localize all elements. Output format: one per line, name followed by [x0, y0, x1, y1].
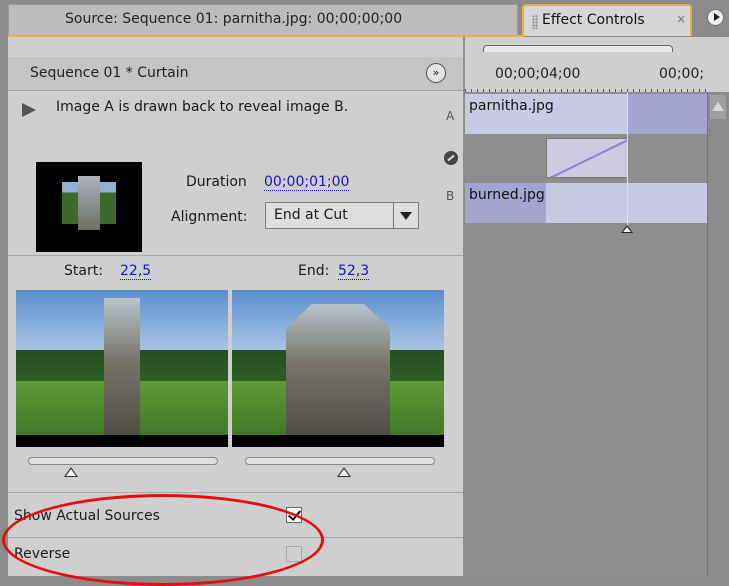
show-actual-sources-checkbox[interactable]: [286, 507, 302, 523]
thumbnail-curtain: [78, 176, 100, 230]
timeline-panel: 00;00;04;00 00;00; parnitha.jpg burned.j…: [465, 37, 729, 576]
effect-controls-panel: Sequence 01 * Curtain » Image A is drawn…: [2, 37, 463, 586]
playhead-line: [627, 92, 628, 227]
alignment-label: Alignment:: [171, 209, 248, 225]
alignment-dropdown[interactable]: End at Cut: [265, 202, 419, 229]
start-slider[interactable]: [28, 457, 218, 465]
track-a-label: A: [446, 109, 455, 123]
vertical-scrollbar[interactable]: [707, 92, 729, 576]
preview-edge: [16, 435, 228, 447]
start-slider-handle[interactable]: [63, 467, 78, 477]
transition-clip[interactable]: [546, 138, 628, 178]
clip-a-label: parnitha.jpg: [469, 98, 554, 114]
alignment-selected: End at Cut: [274, 207, 348, 223]
divider: [8, 255, 463, 256]
timecode-label: 00;00;: [659, 66, 705, 82]
end-preview: [232, 290, 444, 447]
duration-value[interactable]: 00;00;01;00: [264, 174, 350, 191]
end-label: End:: [298, 263, 330, 279]
play-preview-icon[interactable]: [22, 103, 36, 117]
swap-sources-icon[interactable]: [444, 151, 458, 165]
tab-bar: Source: Sequence 01: parnitha.jpg: 00;00…: [0, 0, 729, 36]
clip-b-label: burned.jpg: [469, 187, 545, 203]
show-actual-sources-label: Show Actual Sources: [14, 508, 160, 524]
chevron-down-icon[interactable]: [393, 203, 418, 228]
play-transition-button[interactable]: »: [426, 63, 446, 83]
reverse-row: Reverse: [8, 538, 463, 572]
effect-header: Sequence 01 * Curtain »: [8, 57, 463, 91]
reverse-label: Reverse: [14, 546, 71, 562]
tab-effect-controls-label: Effect Controls: [542, 12, 645, 28]
preview-edge: [232, 435, 444, 447]
tab-close-icon[interactable]: ×: [676, 12, 686, 26]
clip-b[interactable]: burned.jpg: [465, 183, 707, 223]
scroll-up-icon[interactable]: [710, 95, 726, 119]
clip-a[interactable]: parnitha.jpg: [465, 94, 628, 134]
time-ruler: 00;00;04;00 00;00;: [465, 37, 729, 92]
ruler-ticks: [465, 89, 707, 92]
duration-label: Duration: [186, 174, 247, 190]
start-value[interactable]: 22,5: [120, 263, 152, 280]
show-actual-sources-row: Show Actual Sources: [8, 493, 463, 535]
reverse-checkbox[interactable]: [286, 546, 302, 562]
playhead-handle[interactable]: [621, 225, 633, 233]
tab-source-label: Source: Sequence 01: parnitha.jpg: 00;00…: [65, 11, 403, 27]
tab-effect-controls[interactable]: Effect Controls ×: [522, 4, 692, 36]
transition-description: Image A is drawn back to reveal image B.: [56, 99, 349, 115]
transition-thumbnail: [36, 162, 142, 252]
zoom-bar[interactable]: [483, 45, 673, 52]
track-b-label: B: [446, 189, 455, 203]
clip-a-extension: [628, 94, 707, 134]
tab-grip-icon[interactable]: [532, 15, 538, 29]
start-preview: [16, 290, 228, 447]
timecode-label: 00;00;04;00: [495, 66, 581, 82]
start-label: Start:: [64, 263, 103, 279]
effect-title: Sequence 01 * Curtain: [30, 65, 189, 81]
end-slider[interactable]: [245, 457, 435, 465]
end-slider-handle[interactable]: [337, 467, 352, 477]
end-value[interactable]: 52,3: [338, 263, 370, 280]
tab-source-monitor[interactable]: Source: Sequence 01: parnitha.jpg: 00;00…: [8, 4, 518, 36]
preview-curtain-rock: [286, 304, 390, 438]
panel-menu-button[interactable]: [707, 9, 724, 26]
preview-curtain-rock: [104, 298, 140, 438]
